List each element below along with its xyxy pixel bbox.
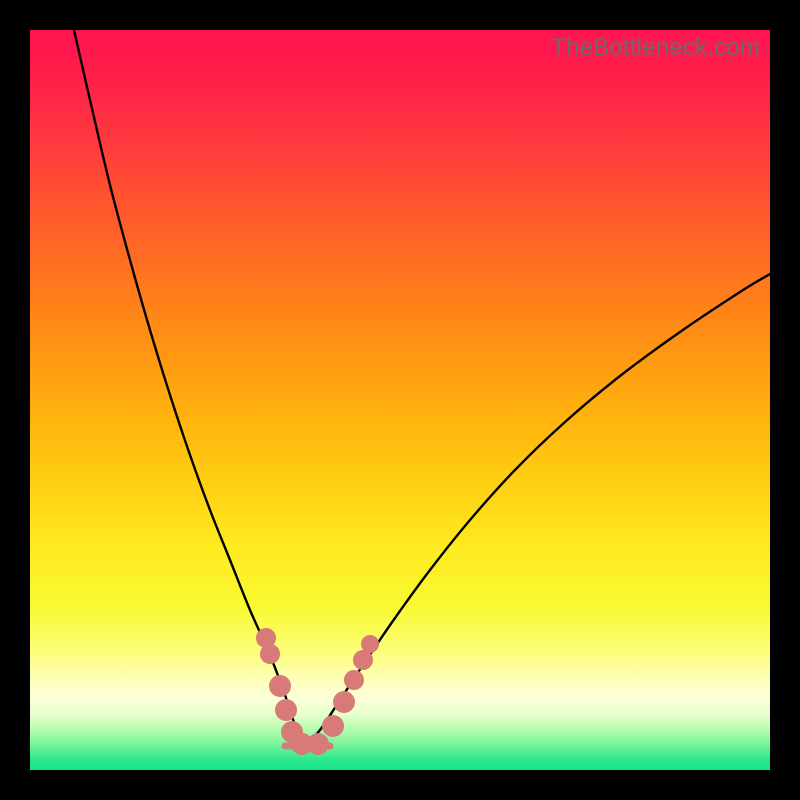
curve-layer: [30, 30, 770, 770]
bead: [307, 733, 329, 755]
bead: [269, 675, 291, 697]
bead: [344, 670, 364, 690]
bead: [260, 644, 280, 664]
curve-right-arm: [305, 274, 770, 746]
bead: [322, 715, 344, 737]
bead: [275, 699, 297, 721]
plot-area: TheBottleneck.com: [30, 30, 770, 770]
bead: [361, 635, 379, 653]
beads-group: [256, 628, 379, 755]
bead: [333, 691, 355, 713]
chart-frame: TheBottleneck.com: [0, 0, 800, 800]
